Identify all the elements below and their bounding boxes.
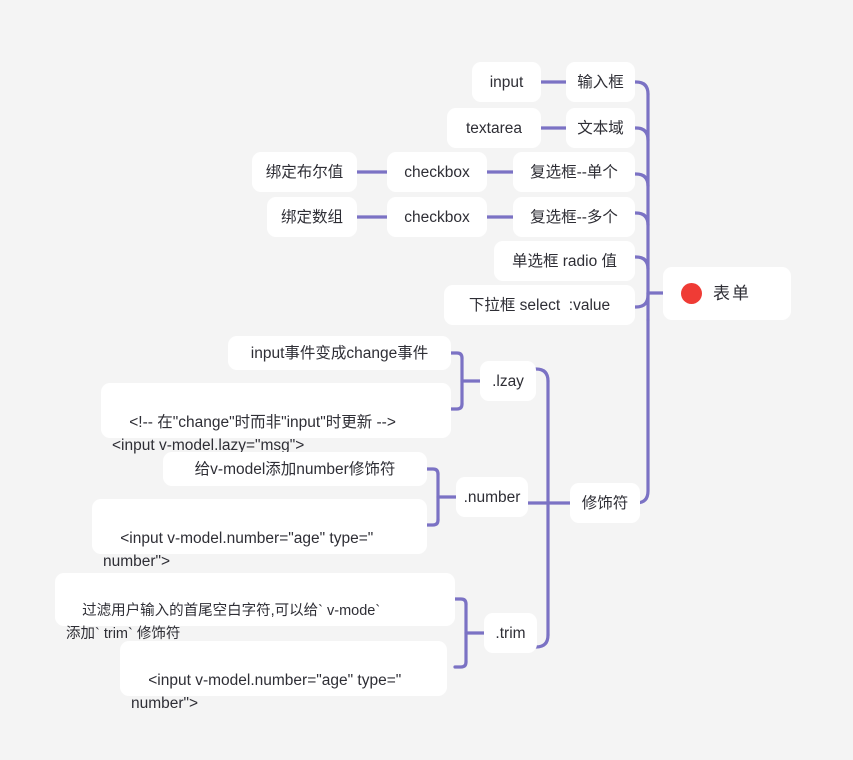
node-label: 绑定布尔值 — [265, 163, 344, 181]
node-checkbox-single-cn[interactable]: 复选框--单个 — [513, 152, 635, 192]
node-checkbox-single[interactable]: checkbox — [387, 152, 487, 192]
node-textarea[interactable]: textarea — [447, 108, 541, 148]
node-label: input — [489, 73, 524, 91]
node-label: 文本域 — [577, 119, 624, 137]
node-label: 下拉框 select :value — [468, 296, 611, 314]
node-label: <input v-model.number="age" type=" numbe… — [103, 530, 374, 570]
node-radio-cn[interactable]: 单选框 radio 值 — [494, 241, 635, 281]
node-label: 输入框 — [577, 73, 624, 91]
node-input-cn[interactable]: 输入框 — [566, 62, 635, 102]
node-label: checkbox — [404, 208, 470, 226]
node-modifiers[interactable]: 修饰符 — [570, 483, 640, 523]
node-label: <input v-model.number="age" type=" numbe… — [131, 672, 402, 712]
node-number[interactable]: .number — [456, 477, 528, 517]
node-checkbox-multi[interactable]: checkbox — [387, 197, 487, 237]
node-bind-boolean[interactable]: 绑定布尔值 — [252, 152, 357, 192]
node-label: .trim — [495, 624, 526, 642]
node-input[interactable]: input — [472, 62, 541, 102]
node-label: 复选框--多个 — [530, 208, 618, 226]
node-bind-array[interactable]: 绑定数组 — [267, 197, 357, 237]
node-label: 复选框--单个 — [530, 163, 618, 181]
node-number-code[interactable]: <input v-model.number="age" type=" numbe… — [92, 499, 427, 570]
node-label: 给v-model添加number修饰符 — [194, 460, 396, 478]
node-label: .lzay — [492, 372, 524, 390]
node-lzay[interactable]: .lzay — [480, 361, 536, 401]
node-label: <!-- 在"change"时而非"input"时更新 --> <input v… — [112, 414, 396, 454]
node-label: textarea — [465, 119, 522, 137]
node-select-cn[interactable]: 下拉框 select :value — [444, 285, 635, 325]
root-node-label: 表单 — [713, 284, 751, 303]
node-label: 修饰符 — [581, 494, 629, 512]
node-checkbox-multi-cn[interactable]: 复选框--多个 — [513, 197, 635, 237]
node-lzay-description[interactable]: input事件变成change事件 — [228, 336, 451, 370]
red-circle-icon — [681, 283, 702, 304]
mindmap-canvas: 表单 输入框 input 文本域 textarea 复选框--单个 checkb… — [0, 0, 853, 760]
node-label: .number — [463, 488, 521, 506]
node-label: 单选框 radio 值 — [511, 252, 618, 270]
node-lzay-code[interactable]: <!-- 在"change"时而非"input"时更新 --> <input v… — [101, 383, 451, 454]
node-number-description[interactable]: 给v-model添加number修饰符 — [163, 452, 427, 486]
node-textarea-cn[interactable]: 文本域 — [566, 108, 635, 148]
node-label: checkbox — [404, 163, 470, 181]
node-label: 绑定数组 — [280, 208, 343, 226]
root-node-form[interactable]: 表单 — [663, 267, 791, 320]
node-trim-description[interactable]: 过滤用户输入的首尾空白字符,可以给` v-mode` 添加` trim` 修饰符 — [55, 573, 455, 642]
node-trim-code[interactable]: <input v-model.number="age" type=" numbe… — [120, 641, 447, 712]
node-label: input事件变成change事件 — [250, 344, 429, 362]
node-trim[interactable]: .trim — [484, 613, 537, 653]
node-label: 过滤用户输入的首尾空白字符,可以给` v-mode` 添加` trim` 修饰符 — [66, 603, 381, 642]
